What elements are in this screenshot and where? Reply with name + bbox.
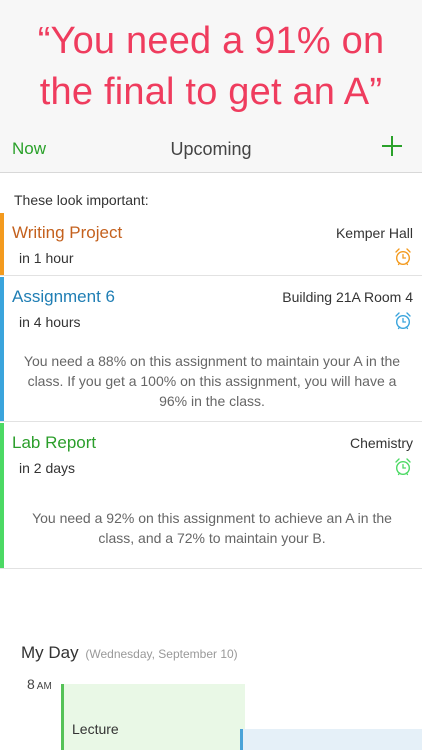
task-location: Building 21A Room 4: [282, 289, 413, 305]
card-color-bar: [0, 423, 4, 569]
task-grade-message: You need a 92% on this assignment to ach…: [32, 510, 392, 546]
my-day-date: (Wednesday, September 10): [85, 647, 238, 661]
task-title: Assignment 6: [12, 287, 115, 306]
task-due: in 1 hour: [19, 250, 74, 266]
task-location: Chemistry: [349, 435, 413, 451]
task-due: in 2 days: [19, 460, 76, 476]
hour-label: 8 AM: [27, 676, 52, 692]
section-label: These look important:: [14, 192, 149, 208]
task-due: in 4 hours: [19, 314, 81, 330]
task-title: Lab Report: [12, 433, 97, 452]
alarm-clock-icon[interactable]: [394, 247, 412, 266]
page-title: Upcoming: [170, 139, 252, 159]
alarm-clock-icon[interactable]: [394, 311, 412, 330]
calendar-event[interactable]: [240, 729, 422, 750]
hero-quote-line-2: the final to get an A”: [39, 71, 383, 113]
calendar-event-lecture[interactable]: Lecture: [61, 684, 245, 750]
task-card-assignment-6[interactable]: Assignment 6 Building 21A Room 4 in 4 ho…: [0, 277, 422, 422]
task-title: Writing Project: [12, 223, 123, 242]
divider: [0, 568, 422, 569]
card-color-bar: [0, 213, 4, 276]
divider: [0, 421, 422, 422]
task-location: Kemper Hall: [335, 225, 413, 241]
my-day-title: My Day: [21, 643, 79, 662]
task-grade-message: You need a 88% on this assignment to mai…: [23, 353, 401, 409]
card-color-bar: [0, 277, 4, 422]
hero-banner: “You need a 91% on the final to get an A…: [0, 0, 422, 125]
plus-icon[interactable]: [382, 135, 402, 157]
task-card-lab-report[interactable]: Lab Report Chemistry in 2 days You need …: [0, 423, 422, 569]
navigation-bar: Now Upcoming: [0, 125, 422, 173]
my-day-heading: My Day (Wednesday, September 10): [21, 643, 238, 663]
task-card-writing-project[interactable]: Writing Project Kemper Hall in 1 hour: [0, 213, 422, 276]
event-label: Lecture: [72, 721, 119, 737]
alarm-clock-icon[interactable]: [394, 457, 412, 476]
hero-quote-line-1: “You need a 91% on: [37, 20, 385, 62]
hour-number: 8: [27, 676, 35, 692]
divider: [0, 275, 422, 276]
hour-suffix: AM: [36, 681, 52, 692]
